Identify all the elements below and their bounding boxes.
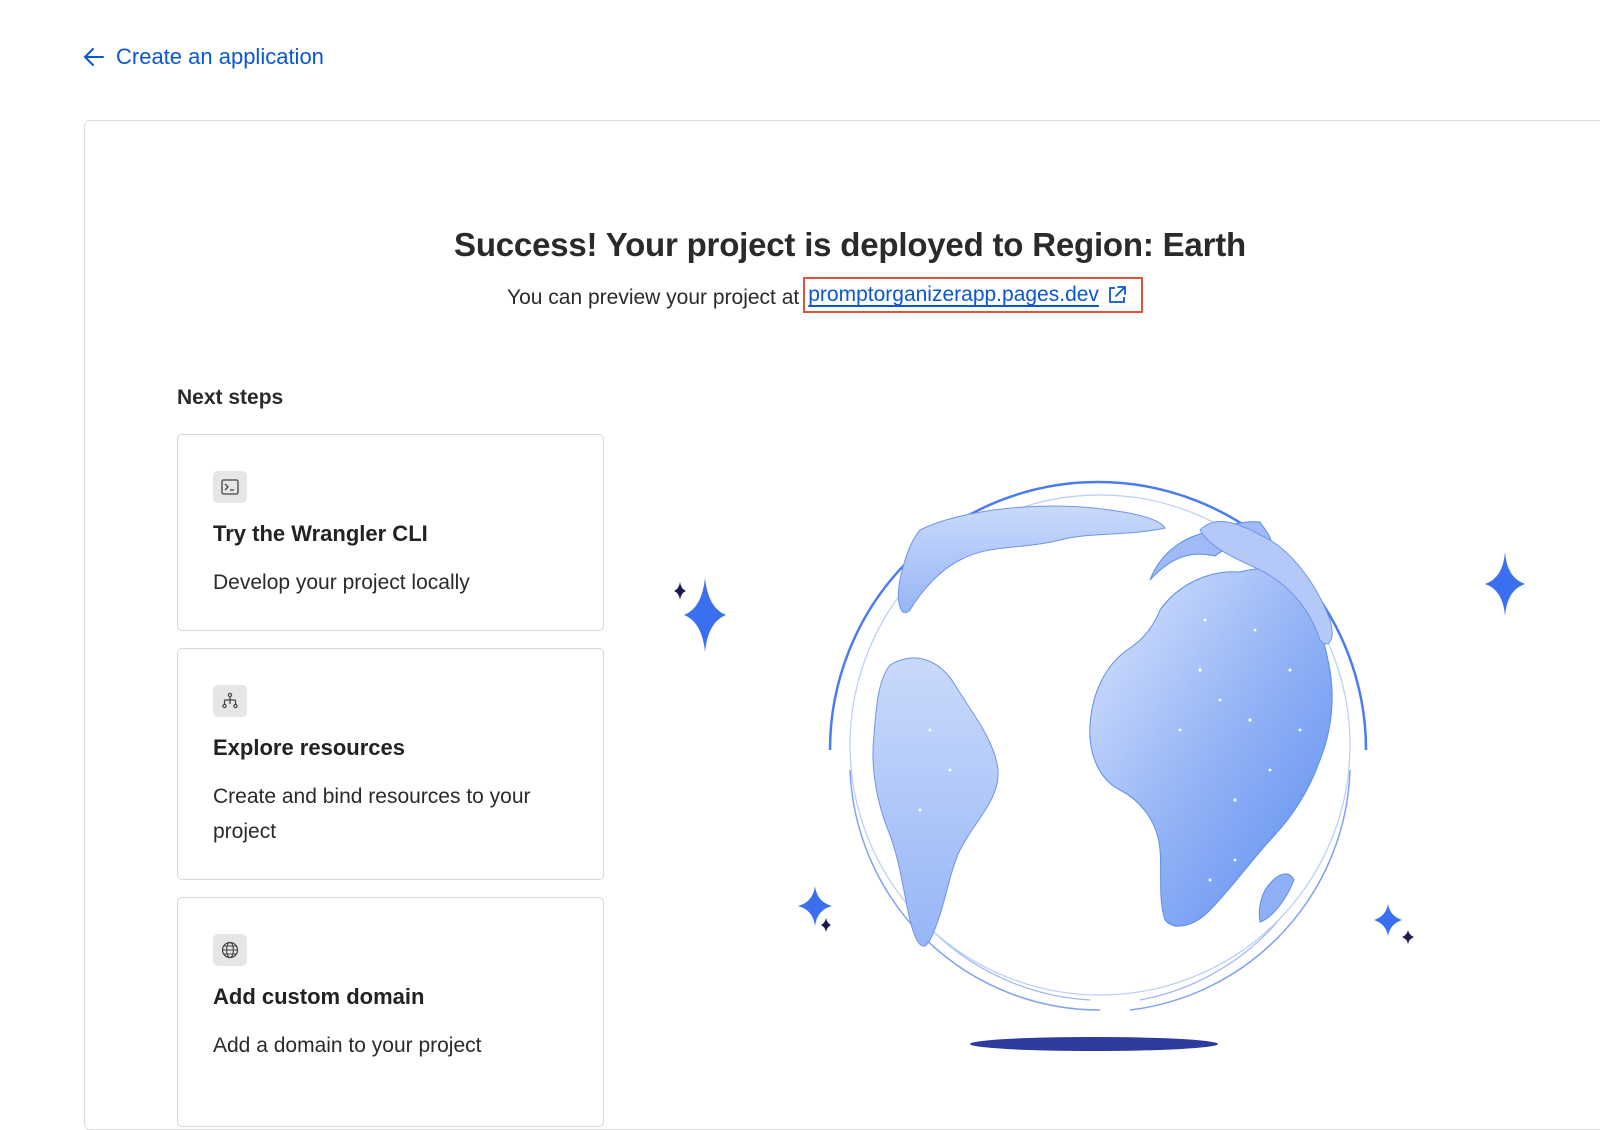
sparkle-icon xyxy=(1374,904,1402,936)
step-title: Try the Wrangler CLI xyxy=(213,521,428,546)
step-title: Explore resources xyxy=(213,735,405,760)
step-card-explore-resources[interactable]: Explore resources Create and bind resour… xyxy=(177,648,604,880)
preview-url-link[interactable]: promptorganizerapp.pages.dev xyxy=(808,283,1099,307)
step-title: Add custom domain xyxy=(213,984,425,1009)
next-steps-heading: Next steps xyxy=(177,386,284,409)
step-card-custom-domain[interactable]: Add custom domain Add a domain to your p… xyxy=(177,897,604,1127)
back-link-label: Create an application xyxy=(116,44,324,69)
sparkle-icon xyxy=(1402,930,1414,944)
sparkle-icon xyxy=(674,582,686,600)
external-link-icon[interactable] xyxy=(1107,285,1127,305)
step-description: Create and bind resources to your projec… xyxy=(213,785,531,843)
globe-icon xyxy=(213,934,247,966)
arrow-left-icon xyxy=(84,48,104,66)
preview-prefix: You can preview your project at xyxy=(507,286,800,309)
terminal-icon xyxy=(213,471,247,503)
preview-line: You can preview your project at promptor… xyxy=(507,277,1143,313)
globe-shadow xyxy=(970,1037,1218,1051)
sparkle-icon xyxy=(1485,552,1525,616)
step-description: Develop your project locally xyxy=(213,571,470,594)
sparkle-icon xyxy=(684,578,726,652)
step-description: Add a domain to your project xyxy=(213,1034,482,1057)
sparkle-icon xyxy=(798,886,832,926)
preview-highlight-box: promptorganizerapp.pages.dev xyxy=(803,277,1143,313)
earth-globe-illustration xyxy=(674,480,1525,1051)
page-title: Success! Your project is deployed to Reg… xyxy=(454,226,1246,263)
network-icon xyxy=(213,685,247,717)
back-link[interactable]: Create an application xyxy=(84,44,324,70)
step-card-wrangler-cli[interactable]: Try the Wrangler CLI Develop your projec… xyxy=(177,434,604,631)
sparkle-icon xyxy=(821,918,831,932)
